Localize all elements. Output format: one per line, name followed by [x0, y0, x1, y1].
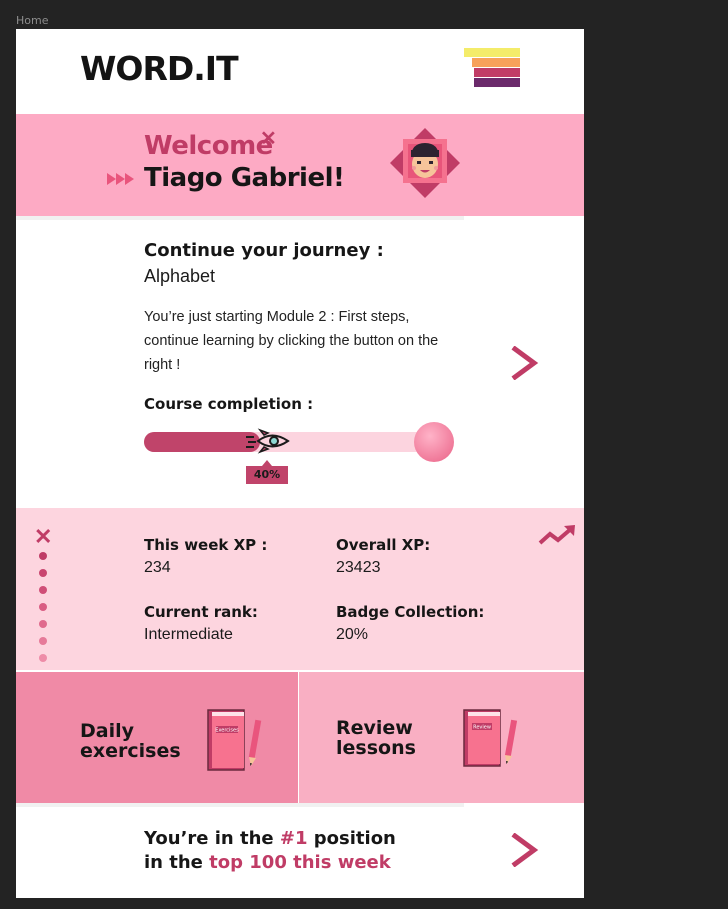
ranking-text: You’re in the #1 position in the top 100…	[144, 828, 396, 873]
daily-exercises-label: Daily exercises	[80, 720, 181, 762]
pencil-icon	[248, 719, 262, 766]
dot	[39, 569, 47, 577]
dot	[39, 586, 47, 594]
dot	[39, 654, 47, 662]
user-name: Tiago Gabriel!	[144, 163, 345, 193]
menu-icon[interactable]	[464, 48, 522, 88]
completion-label: Course completion :	[144, 395, 314, 413]
rank-value: Intermediate	[144, 626, 233, 643]
progress-fill	[144, 432, 260, 452]
trend-up-icon	[538, 525, 575, 545]
week-xp-value: 234	[144, 559, 171, 576]
badge-value: 20%	[336, 626, 369, 643]
book-label: Review	[473, 725, 491, 731]
week-xp-label: This week XP :	[144, 536, 268, 554]
avatar[interactable]	[390, 128, 460, 198]
completion-badge: 40%	[246, 460, 288, 484]
journey-title: Continue your journey :	[144, 240, 384, 261]
app-logo: WORD.IT	[80, 49, 239, 88]
dot	[39, 552, 47, 560]
rank-label: Current rank:	[144, 603, 258, 621]
close-icon[interactable]: ✕	[34, 524, 52, 550]
overall-xp-value: 23423	[336, 559, 381, 576]
pencil-icon	[504, 719, 518, 764]
dot	[39, 620, 47, 628]
book-icon: Exercises	[207, 709, 262, 771]
planet-icon	[414, 422, 454, 462]
book-label: Exercises	[215, 728, 239, 734]
overall-xp-label: Overall XP:	[336, 536, 431, 554]
welcome-banner: Welcome ✕ Tiago Gabriel!	[16, 114, 584, 216]
dot	[39, 637, 47, 645]
welcome-greeting: Welcome	[144, 131, 273, 161]
review-lessons-tile[interactable]: Review lessons Review	[299, 672, 584, 803]
book-icon: Review	[463, 709, 518, 767]
stats-panel: ✕ This week XP : 234 Overall XP: 23423 C…	[16, 508, 584, 670]
journey-card[interactable]: Continue your journey : Alphabet You’re …	[16, 220, 584, 508]
frame-label: Home	[16, 14, 49, 27]
daily-exercises-tile[interactable]: Daily exercises Exercises	[16, 672, 298, 803]
close-icon: ✕	[260, 128, 277, 150]
course-name: Alphabet	[144, 266, 216, 286]
app-header: WORD.IT	[16, 29, 584, 113]
review-lessons-label: Review lessons	[336, 717, 416, 759]
journey-description: You’re just starting Module 2 : First st…	[144, 309, 439, 373]
dot	[39, 603, 47, 611]
chevron-right-icon[interactable]	[510, 346, 540, 380]
badge-label: Badge Collection:	[336, 603, 485, 621]
fast-forward-icon	[107, 173, 134, 185]
rocket-icon	[246, 428, 290, 454]
app-screen: WORD.IT Welcome ✕ Tiago Gabriel! Continu…	[16, 29, 584, 898]
chevron-right-icon[interactable]	[510, 833, 540, 867]
ranking-card[interactable]: You’re in the #1 position in the top 100…	[16, 807, 584, 898]
